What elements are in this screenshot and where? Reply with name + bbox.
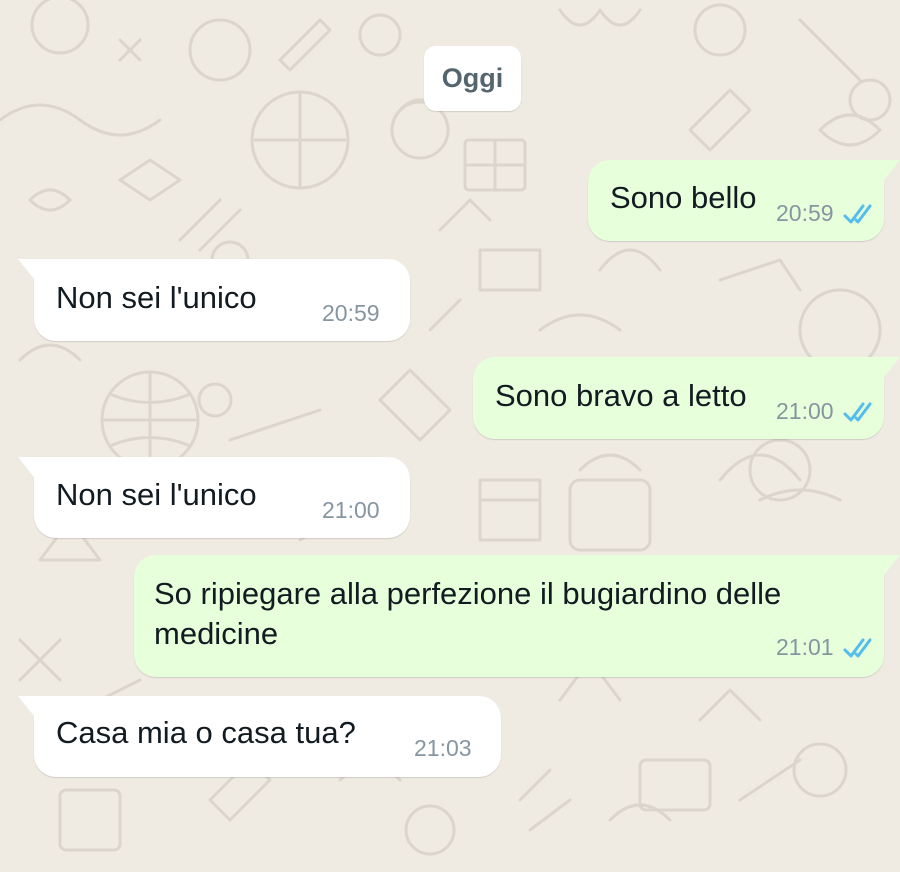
- message-text: Sono bello: [610, 180, 757, 215]
- message-meta: 21:03: [414, 735, 472, 762]
- message-outgoing[interactable]: Sono bello 20:59: [588, 160, 900, 241]
- message-text: Casa mia o casa tua?: [56, 715, 356, 750]
- message-meta: 20:59: [776, 200, 878, 227]
- date-label: Oggi: [441, 63, 504, 93]
- message-incoming[interactable]: Casa mia o casa tua? 21:03: [18, 696, 501, 777]
- message-incoming[interactable]: Non sei l'unico 20:59: [18, 259, 410, 341]
- message-meta: 21:01: [776, 634, 878, 661]
- chat-area: Oggi Sono bello 20:59 Non sei l'unico 20…: [0, 0, 900, 872]
- double-check-icon: [843, 402, 872, 421]
- message-time: 21:00: [322, 497, 380, 523]
- double-check-icon: [843, 638, 872, 657]
- message-time: 21:00: [776, 398, 834, 424]
- date-separator: Oggi: [424, 46, 521, 111]
- message-text: Non sei l'unico: [56, 477, 257, 512]
- message-time: 21:03: [414, 735, 472, 761]
- message-text: Sono bravo a letto: [495, 378, 747, 413]
- double-check-icon: [843, 204, 872, 223]
- message-text: So ripiegare alla perfezione il bugiardi…: [154, 576, 782, 651]
- message-time: 21:01: [776, 634, 834, 660]
- message-incoming[interactable]: Non sei l'unico 21:00: [18, 457, 410, 538]
- message-meta: 21:00: [322, 497, 380, 524]
- message-outgoing[interactable]: So ripiegare alla perfezione il bugiardi…: [134, 555, 900, 677]
- message-outgoing[interactable]: Sono bravo a letto 21:00: [473, 357, 900, 439]
- message-text: Non sei l'unico: [56, 280, 257, 315]
- message-time: 20:59: [322, 300, 380, 326]
- message-meta: 20:59: [322, 300, 380, 327]
- message-meta: 21:00: [776, 398, 878, 425]
- message-time: 20:59: [776, 200, 834, 226]
